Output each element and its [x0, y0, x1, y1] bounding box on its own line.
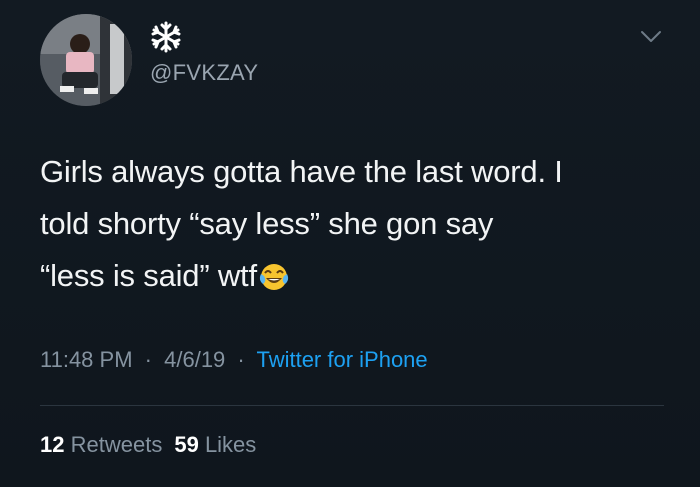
tweet-metadata: 11:48 PM · 4/6/19 · Twitter for iPhone: [40, 347, 428, 373]
tweet-text: Girls always gotta have the last word. I…: [40, 146, 660, 302]
tweet-text-line: Girls always gotta have the last word. I: [40, 154, 563, 189]
user-handle[interactable]: @FVKZAY: [150, 60, 258, 86]
avatar[interactable]: [40, 14, 132, 106]
snowflake-icon: [151, 21, 181, 53]
likes-stat[interactable]: 59 Likes: [174, 432, 256, 457]
tweet-source-link[interactable]: Twitter for iPhone: [256, 347, 427, 372]
tweet-time: 11:48 PM: [40, 347, 133, 372]
likes-label: Likes: [204, 432, 257, 457]
retweets-stat[interactable]: 12 Retweets: [40, 432, 162, 457]
tweet-text-line: told shorty “say less” she gon say: [40, 206, 494, 241]
tweet-date: 4/6/19: [164, 347, 226, 372]
chevron-down-icon[interactable]: [640, 30, 662, 44]
retweets-label: Retweets: [70, 432, 163, 457]
separator: ·: [237, 347, 245, 372]
tweet-text-line-last: “less is said” wtf: [40, 250, 660, 302]
likes-count: 59: [174, 432, 199, 457]
retweets-count: 12: [40, 432, 65, 457]
tweet-text-line: “less is said” wtf: [40, 258, 257, 293]
separator: ·: [144, 347, 152, 372]
tears-of-joy-emoji-icon: [259, 264, 289, 290]
tweet-stats: 12 Retweets 59 Likes: [40, 432, 256, 458]
divider: [40, 405, 664, 406]
tweet-card: @FVKZAY Girls always gotta have the last…: [0, 0, 700, 487]
